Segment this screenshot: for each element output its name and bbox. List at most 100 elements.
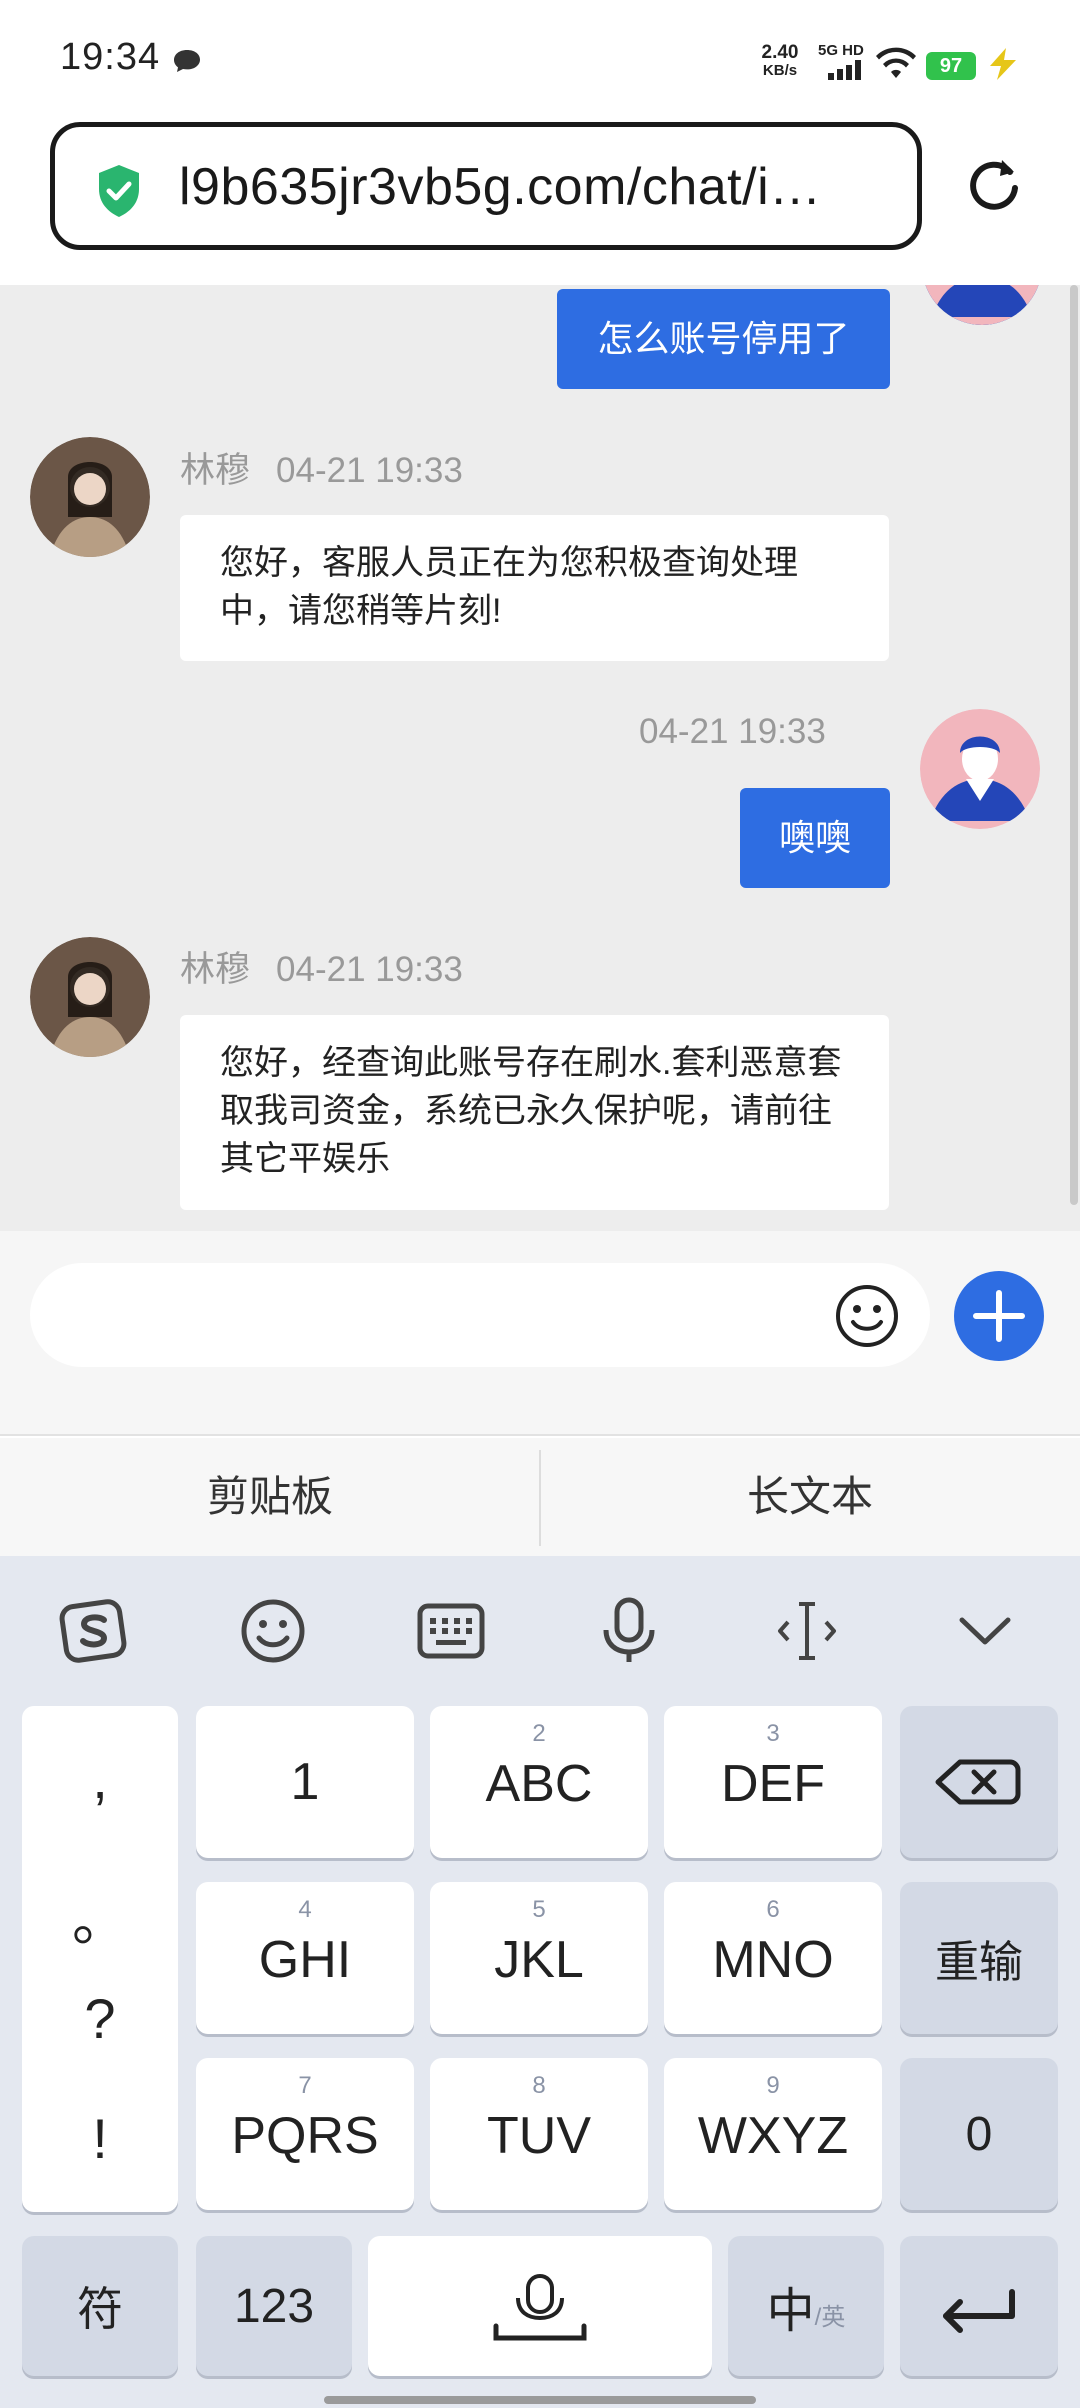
network-speed: 2.40 KB/s — [757, 42, 803, 80]
message-time: 04-21 19:33 — [276, 451, 463, 490]
url-text[interactable]: l9b635jr3vb5g.com/chat/i… — [179, 157, 822, 217]
address-bar[interactable]: l9b635jr3vb5g.com/chat/i… — [50, 122, 922, 250]
key-label: 123 — [233, 2279, 315, 2333]
status-bar: 19:34 2.40 KB/s 5G HD 97 — [0, 0, 1080, 110]
reenter-key[interactable]: 重输 — [900, 1882, 1058, 2034]
key-label: MNO — [712, 1931, 834, 1989]
exclamation-key[interactable]: ! — [22, 2106, 178, 2171]
key-label: ABC — [485, 1755, 593, 1813]
key-sub-label: 5 — [532, 1896, 546, 1923]
agent-meta: 林穆 04-21 19:33 — [180, 442, 463, 493]
wifi-icon — [876, 47, 916, 78]
key-label: GHI — [258, 1931, 352, 1989]
punctuation-key-column[interactable]: , 。 ? ! — [22, 1706, 178, 2212]
chat-message-list[interactable]: 怎么账号停用了 林穆 04-21 19:33 您好，客服人员正在为您积极查询处理中… — [0, 285, 1080, 1231]
my-avatar — [922, 285, 1042, 325]
key-1[interactable]: 1 — [196, 1706, 414, 1858]
my-avatar[interactable] — [920, 709, 1040, 829]
key-abc[interactable]: 2 ABC — [430, 1706, 648, 1858]
key-mno[interactable]: 6 MNO — [664, 1882, 882, 2034]
agent-message-bubble[interactable]: 您好，客服人员正在为您积极查询处理中，请您稍等片刻! — [180, 515, 889, 661]
symbols-key[interactable]: 符 — [22, 2236, 178, 2376]
my-message-time: 04-21 19:33 — [639, 712, 826, 752]
enter-icon — [943, 2289, 1015, 2333]
keyboard-icon[interactable] — [416, 1596, 486, 1666]
key-label: 0 — [965, 2107, 993, 2161]
key-label: 符 — [77, 2283, 123, 2335]
key-label: 中/英 — [728, 2236, 884, 2376]
key-label: WXYZ — [697, 2107, 849, 2165]
emoji-icon[interactable] — [834, 1283, 900, 1349]
enter-key[interactable] — [900, 2236, 1058, 2376]
reload-icon[interactable] — [966, 156, 1022, 212]
ime-suggestion-bar: 剪贴板 长文本 — [0, 1438, 1080, 1556]
period-key[interactable]: 。 — [22, 1876, 178, 1957]
space-key[interactable] — [368, 2236, 712, 2376]
key-sub-label: 7 — [298, 2072, 312, 2099]
net-speed-value: 2.40 — [761, 42, 799, 63]
secure-shield-icon — [99, 165, 139, 217]
long-text-button[interactable]: 长文本 — [540, 1438, 1080, 1556]
language-switch-key[interactable]: 中/英 — [728, 2236, 884, 2376]
message-text: 您好，客服人员正在为您积极查询处理中，请您稍等片刻! — [220, 544, 798, 630]
message-text: 您好，经查询此账号存在刷水.套利恶意套取我司资金，系统已永久保护呢，请前往其它平… — [220, 1044, 842, 1178]
emoji-icon[interactable] — [238, 1596, 308, 1666]
agent-avatar[interactable] — [30, 937, 150, 1057]
backspace-key[interactable] — [900, 1706, 1058, 1858]
clipboard-button[interactable]: 剪贴板 — [0, 1438, 540, 1556]
microphone-icon[interactable] — [594, 1596, 664, 1666]
key-sub-label: 4 — [298, 1896, 312, 1923]
message-time: 04-21 19:33 — [639, 712, 826, 751]
battery-indicator: 97 — [926, 52, 976, 80]
message-text: 怎么账号停用了 — [597, 318, 850, 359]
agent-message-bubble[interactable]: 您好，经查询此账号存在刷水.套利恶意套取我司资金，系统已永久保护呢，请前往其它平… — [180, 1015, 889, 1210]
agent-meta: 林穆 04-21 19:33 — [180, 941, 463, 992]
chevron-down-icon[interactable] — [950, 1596, 1020, 1666]
key-sub-label: 3 — [766, 1720, 780, 1747]
add-attachment-button[interactable] — [954, 1271, 1044, 1361]
message-notification-icon — [174, 50, 200, 72]
key-def[interactable]: 3 DEF — [664, 1706, 882, 1858]
key-label: DEF — [721, 1755, 825, 1813]
cell-signal-icon — [828, 60, 861, 80]
message-time: 04-21 19:33 — [276, 950, 463, 989]
key-ghi[interactable]: 4 GHI — [196, 1882, 414, 2034]
key-label: JKL — [494, 1931, 584, 1989]
charging-icon — [990, 48, 1016, 80]
my-message-bubble[interactable]: 噢噢 — [740, 788, 890, 888]
numbers-key[interactable]: 123 — [196, 2236, 352, 2376]
scrollbar[interactable] — [1070, 285, 1078, 1205]
message-text: 噢噢 — [778, 817, 851, 858]
plus-icon — [973, 1290, 1025, 1342]
home-indicator[interactable] — [324, 2396, 756, 2404]
comma-key[interactable]: , — [22, 1746, 178, 1811]
cursor-move-icon[interactable] — [772, 1596, 842, 1666]
lang-sub: /英 — [814, 2303, 846, 2331]
status-time: 19:34 — [60, 36, 161, 78]
agent-avatar[interactable] — [30, 437, 150, 557]
lang-main: 中 — [766, 2285, 815, 2338]
key-tuv[interactable]: 8 TUV — [430, 2058, 648, 2210]
key-0[interactable]: 0 — [900, 2058, 1058, 2210]
sogou-logo-icon[interactable] — [58, 1596, 128, 1666]
key-jkl[interactable]: 5 JKL — [430, 1882, 648, 2034]
message-composer — [0, 1231, 1080, 1436]
key-sub-label: 6 — [766, 1896, 780, 1923]
key-label: 1 — [290, 1753, 320, 1811]
agent-name: 林穆 — [180, 950, 251, 989]
agent-name: 林穆 — [180, 451, 251, 490]
question-key[interactable]: ? — [22, 1986, 178, 2051]
key-sub-label: 9 — [766, 2072, 780, 2099]
key-sub-label: 8 — [532, 2072, 546, 2099]
message-input[interactable] — [30, 1263, 930, 1367]
key-sub-label: 2 — [532, 1720, 546, 1747]
key-label: 重输 — [935, 1938, 1023, 1987]
keyboard-toolbar — [0, 1556, 1080, 1696]
key-wxyz[interactable]: 9 WXYZ — [664, 2058, 882, 2210]
key-pqrs[interactable]: 7 PQRS — [196, 2058, 414, 2210]
my-message-bubble[interactable]: 怎么账号停用了 — [557, 289, 890, 389]
voice-space-icon — [493, 2274, 587, 2341]
signal-label: 5G HD — [818, 42, 864, 59]
key-label: TUV — [487, 2107, 591, 2165]
net-speed-unit: KB/s — [762, 62, 798, 79]
